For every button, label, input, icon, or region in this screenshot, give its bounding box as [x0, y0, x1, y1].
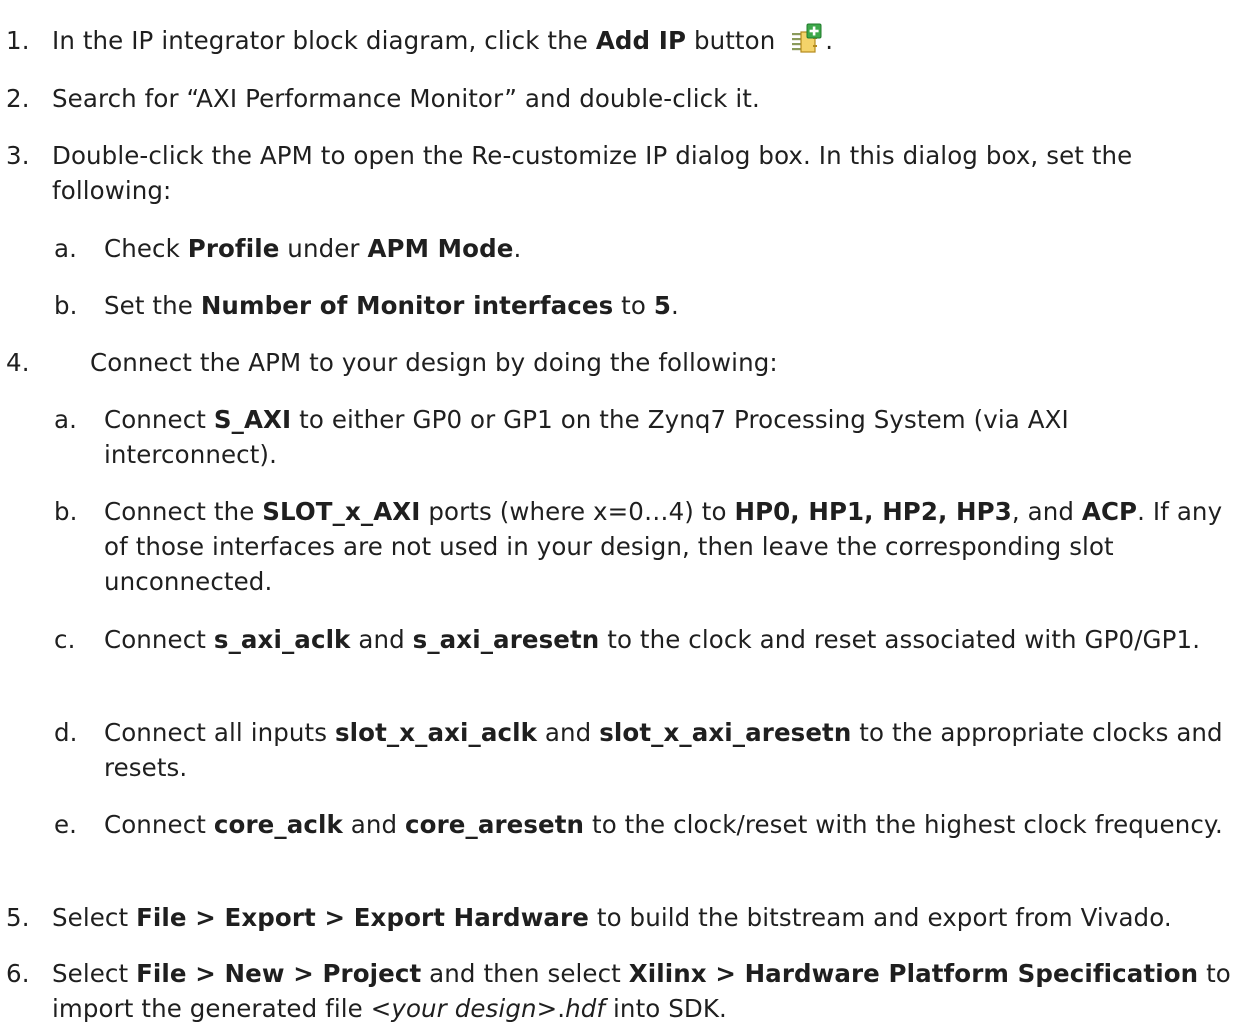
step-text: Set the Number of Monitor interfaces to … — [104, 291, 679, 320]
step-3: 3. Double-click the APM to open the Re-c… — [0, 138, 1247, 208]
step-3a: a. Check Profile under APM Mode. — [0, 231, 1247, 266]
step-4a: a. Connect S_AXI to either GP0 or GP1 on… — [0, 402, 1247, 472]
step-letter: d. — [54, 718, 78, 747]
step-text: Connect the SLOT_x_AXI ports (where x=0…… — [104, 497, 1223, 596]
step-text: Connect the APM to your design by doing … — [90, 348, 778, 377]
step-text: In the IP integrator block diagram, clic… — [52, 23, 1247, 58]
step-number: 3. — [6, 141, 30, 170]
instruction-document: 1. In the IP integrator block diagram, c… — [0, 0, 1253, 1025]
step-text: Check Profile under APM Mode. — [104, 234, 522, 263]
step-1: 1. In the IP integrator block diagram, c… — [0, 23, 1247, 58]
step-number: 4. — [6, 348, 30, 377]
step-number: 6. — [6, 959, 30, 988]
step-text: Double-click the APM to open the Re-cust… — [52, 141, 1133, 205]
step-text: Connect s_axi_aclk and s_axi_aresetn to … — [104, 625, 1201, 654]
step-6: 6. Select File > New > Project and then … — [0, 956, 1247, 1026]
step-letter: e. — [54, 810, 78, 839]
step-text: Select File > Export > Export Hardware t… — [52, 903, 1172, 932]
step-4: 4. Connect the APM to your design by doi… — [0, 345, 1247, 380]
step-letter: a. — [54, 405, 78, 434]
step-4c: c. Connect s_axi_aclk and s_axi_aresetn … — [0, 622, 1247, 657]
step-text: Connect all inputs slot_x_axi_aclk and s… — [104, 718, 1223, 782]
add-ip-label: Add IP — [595, 26, 687, 55]
step-number: 1. — [6, 26, 30, 55]
add-ip-icon — [791, 23, 825, 55]
step-2: 2. Search for “AXI Performance Monitor” … — [0, 81, 1247, 116]
step-5: 5. Select File > Export > Export Hardwar… — [0, 900, 1247, 935]
step-4d: d. Connect all inputs slot_x_axi_aclk an… — [0, 715, 1247, 785]
step-letter: a. — [54, 234, 78, 263]
step-4b: b. Connect the SLOT_x_AXI ports (where x… — [0, 494, 1247, 599]
step-letter: b. — [54, 497, 78, 526]
step-text: Search for “AXI Performance Monitor” and… — [52, 84, 760, 113]
step-text: Connect S_AXI to either GP0 or GP1 on th… — [104, 405, 1069, 469]
step-4e: e. Connect core_aclk and core_aresetn to… — [0, 807, 1247, 842]
step-number: 2. — [6, 84, 30, 113]
step-number: 5. — [6, 903, 30, 932]
step-text: Select File > New > Project and then sel… — [52, 959, 1231, 1023]
step-letter: b. — [54, 291, 78, 320]
step-letter: c. — [54, 625, 76, 654]
step-text: Connect core_aclk and core_aresetn to th… — [104, 810, 1223, 839]
step-3b: b. Set the Number of Monitor interfaces … — [0, 288, 1247, 323]
